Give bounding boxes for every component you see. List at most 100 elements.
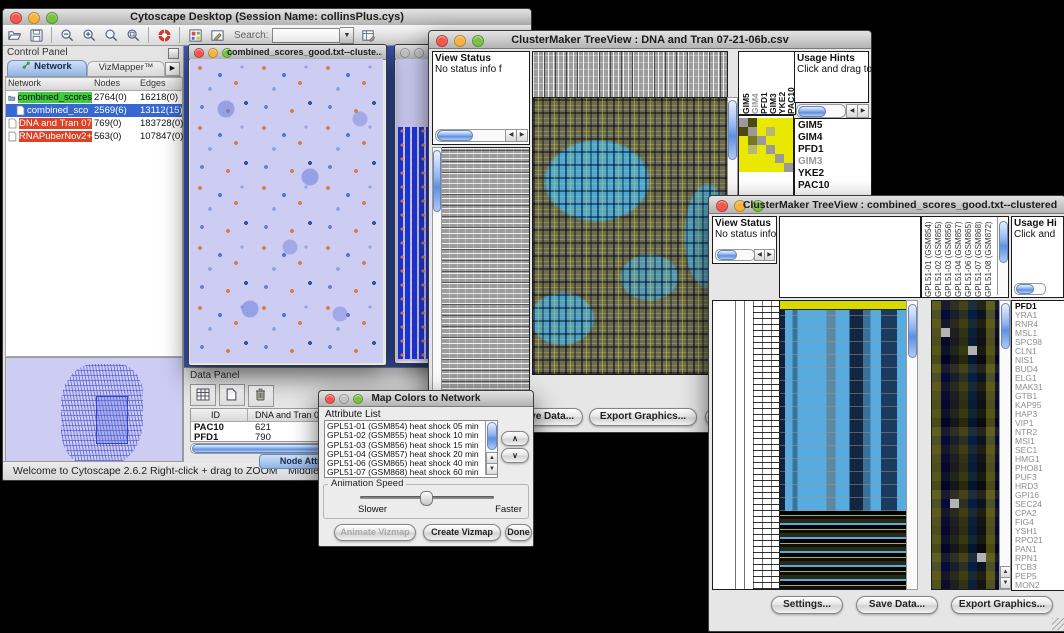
tv2-heatmap-vscrollbar[interactable] (906, 300, 918, 590)
column-label[interactable]: GIM3 (768, 52, 777, 114)
network-list-header[interactable]: Network Nodes Edges (6, 78, 182, 91)
treeview-combined-titlebar[interactable]: ClusterMaker TreeView : combined_scores_… (709, 196, 1064, 214)
zoom-selected-icon[interactable] (123, 26, 143, 44)
network-view-window-1: combined_scores_good.txt--cluste... (188, 44, 387, 366)
tab-overflow-button[interactable]: ▶ (165, 62, 180, 76)
main-titlebar[interactable]: Cytoscape Desktop (Session Name: collins… (3, 9, 531, 26)
help-lifering-icon[interactable] (154, 26, 174, 44)
tv1-column-dendrogram[interactable] (532, 51, 728, 99)
attribute-list[interactable]: GPL51-01 (GSM854) heat shock 05 min GPL5… (324, 420, 498, 478)
network-name: combined_sco (27, 105, 88, 116)
attribute-list-vscrollbar[interactable]: ▲ ▼ (485, 421, 497, 475)
done-button[interactable]: Done (505, 524, 532, 541)
move-down-button[interactable]: ∨ (501, 448, 529, 463)
column-label[interactable]: YKE2 (777, 52, 786, 114)
treeview-dna-titlebar[interactable]: ClusterMaker TreeView : DNA and Tran 07-… (429, 31, 871, 49)
select-attributes-icon[interactable] (190, 384, 216, 406)
scroll-right-icon[interactable]: ▶ (516, 129, 528, 142)
close-icon[interactable] (716, 200, 728, 212)
attribute-list-label: Attribute List (325, 409, 381, 420)
tv2-status-hscrollbar[interactable] (715, 249, 755, 261)
tv1-genelist-hscrollbar[interactable] (796, 104, 846, 118)
gene-label: GIM3 (798, 156, 871, 168)
network-row-combined-scores[interactable]: combined_scores 2764(0) 16218(0) (6, 91, 182, 104)
open-file-icon[interactable] (4, 26, 24, 44)
scroll-right-icon[interactable]: ▶ (764, 249, 775, 261)
scroll-right-icon[interactable]: ▶ (857, 104, 869, 118)
resize-grip-icon[interactable] (1052, 618, 1064, 630)
tv2-hints-hscrollbar[interactable] (1014, 283, 1046, 295)
button-label: Settings... (783, 599, 831, 610)
tv1-status-hscrollbar[interactable] (435, 129, 511, 142)
col-edges[interactable]: Edges (138, 78, 184, 90)
slider-thumb[interactable] (420, 491, 433, 506)
column-label[interactable]: GPL51-03 (GSM856) (944, 217, 954, 297)
tv2-settings-button[interactable]: Settings... (771, 596, 843, 614)
column-label[interactable]: GPL51-08 (GSM872) (984, 217, 994, 297)
tab-network[interactable]: Network (7, 60, 87, 76)
tv2-zoom-vscrollbar[interactable]: ▲ ▼ (999, 300, 1011, 590)
row-id[interactable]: PFD1 (194, 432, 218, 443)
minimize-icon[interactable] (208, 48, 218, 58)
close-icon[interactable] (194, 48, 204, 58)
save-session-icon[interactable] (26, 26, 46, 44)
minimize-icon[interactable] (414, 48, 424, 58)
zoom-fit-icon[interactable] (101, 26, 121, 44)
scroll-down-icon[interactable]: ▼ (1000, 577, 1011, 589)
tv1-global-heatmap[interactable] (532, 97, 728, 375)
network-row-dna-tran[interactable]: DNA and Tran 07 769(0) 183728(0) (6, 117, 182, 130)
tab-vizmapper[interactable]: VizMapper™ (87, 61, 165, 76)
network-name: combined_scores (18, 92, 92, 103)
close-icon[interactable] (400, 48, 410, 58)
tv2-row-dendrogram[interactable] (712, 300, 780, 590)
float-panel-icon[interactable] (168, 48, 179, 59)
search-dropdown-button[interactable]: ▼ (340, 27, 354, 44)
new-attribute-icon[interactable] (219, 384, 245, 406)
column-label[interactable]: GPL51-02 (GSM855) (934, 217, 944, 297)
column-divider[interactable] (247, 409, 248, 421)
tv2-global-heatmap[interactable] (779, 300, 907, 590)
animate-vizmap-button[interactable]: Animate Vizmap (334, 524, 416, 541)
network1-titlebar[interactable]: combined_scores_good.txt--cluste... (189, 45, 386, 60)
create-vizmap-button[interactable]: Create Vizmap (423, 524, 501, 541)
scroll-down-icon[interactable]: ▼ (486, 463, 498, 475)
delete-attribute-trash-icon[interactable] (248, 385, 274, 407)
tv2-column-dendrogram[interactable] (779, 216, 921, 298)
slider-max-label: Faster (495, 504, 522, 515)
column-label[interactable]: GPL51-01 (GSM854) (924, 217, 934, 297)
annotation-icon[interactable] (207, 26, 227, 44)
tv1-view-status-title: View Status (435, 53, 491, 64)
tv2-zoomed-heatmap[interactable] (931, 300, 1000, 590)
column-label[interactable]: GIM5 (741, 52, 750, 114)
column-label[interactable]: GIM4 (750, 52, 759, 114)
network-row-rnapuber[interactable]: RNAPuberNov2+ 563(0) 107847(0) (6, 130, 182, 143)
vizmapper-palette-icon[interactable] (185, 26, 205, 44)
col-id[interactable]: ID (211, 410, 220, 420)
col-network[interactable]: Network (6, 78, 92, 90)
tv1-zoomed-matrix[interactable] (739, 118, 793, 172)
col-nodes[interactable]: Nodes (92, 78, 138, 90)
column-label[interactable]: GPL51-04 (GSM857) (954, 217, 964, 297)
zoom-in-icon[interactable] (79, 26, 99, 44)
tv1-row-dendrogram[interactable] (432, 147, 530, 405)
column-label[interactable]: GPL51-06 (GSM865) (964, 217, 974, 297)
tv2-save-data-button[interactable]: Save Data... (856, 596, 938, 614)
row-value[interactable]: 790 (255, 432, 271, 443)
tv2-collabels-vscrollbar[interactable] (997, 217, 1008, 295)
column-label[interactable]: GPL51-07 (GSM868) (974, 217, 984, 297)
dialog-titlebar[interactable]: Map Colors to Network (319, 391, 533, 407)
search-input[interactable] (272, 28, 340, 43)
birdseye-viewport-rect[interactable] (96, 396, 128, 444)
column-label[interactable]: PFD1 (759, 52, 768, 114)
zoom-out-icon[interactable] (57, 26, 77, 44)
tv1-row-dendro-vscrollbar[interactable] (432, 147, 442, 405)
move-up-button[interactable]: ∧ (501, 431, 529, 446)
attribute-item[interactable]: GPL51-07 (GSM868) heat shock 60 min (327, 468, 495, 477)
tv1-export-graphics-button[interactable]: Export Graphics... (589, 408, 697, 426)
attribute-browser-icon[interactable] (358, 26, 378, 44)
network-row-combined-sco[interactable]: combined_sco 2569(6) 13112(15) (6, 104, 182, 117)
network1-canvas[interactable] (190, 59, 383, 363)
tv2-gene-list[interactable]: PFD1 YRA1 RNR4 MSL1 SPC98 CLN1 NIS1 BUD4… (1011, 300, 1064, 591)
tv2-export-graphics-button[interactable]: Export Graphics... (951, 596, 1053, 614)
animation-speed-slider[interactable] (360, 496, 494, 499)
